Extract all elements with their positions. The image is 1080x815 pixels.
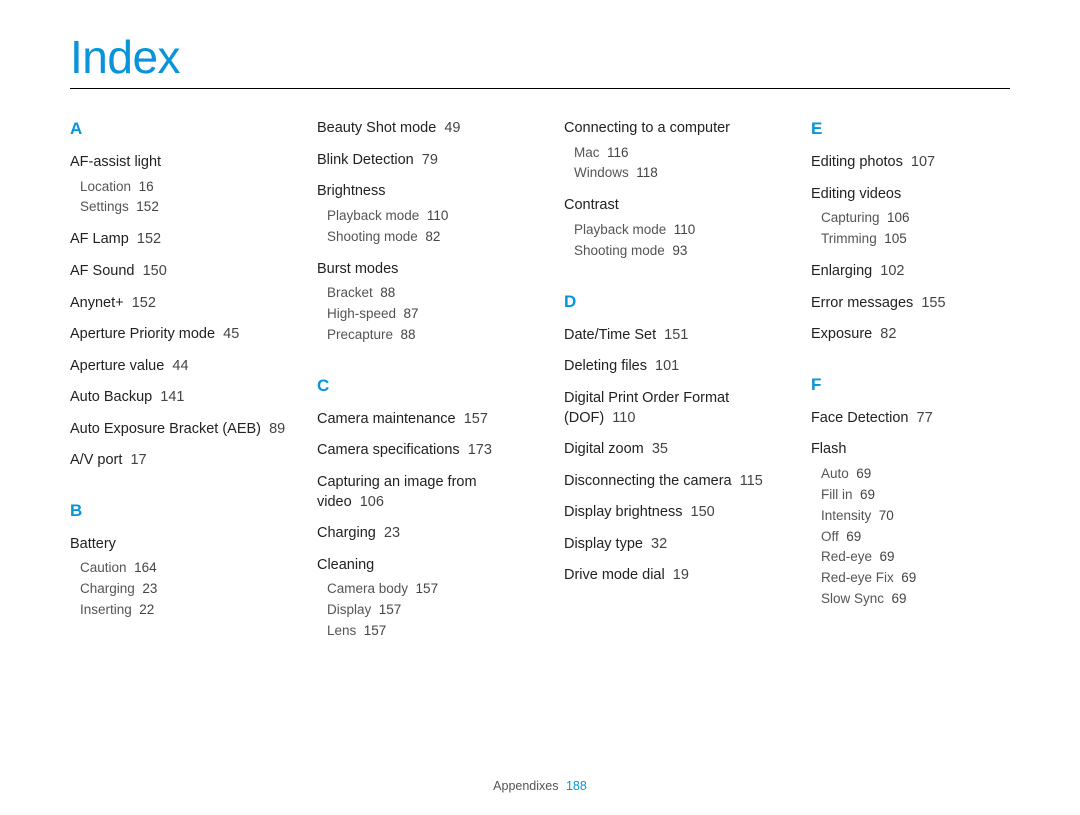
entry-brightness: Brightness Playback mode 110 Shooting mo… bbox=[317, 182, 536, 247]
entry: Anynet+ 152 bbox=[70, 294, 289, 314]
entry-editing-videos: Editing videos Capturing 106 Trimming 10… bbox=[811, 185, 1010, 250]
column-2: Beauty Shot mode 49 Blink Detection 79 B… bbox=[317, 119, 536, 654]
footer-label: Appendixes bbox=[493, 779, 558, 793]
column-1: A AF-assist light Location 16 Settings 1… bbox=[70, 119, 289, 654]
subentry: Camera body 157 bbox=[327, 579, 536, 600]
subentry: Inserting 22 bbox=[80, 600, 289, 621]
entry-flash: Flash Auto 69 Fill in 69 Intensity 70 Of… bbox=[811, 440, 1010, 610]
subentry: Intensity 70 bbox=[821, 506, 1010, 527]
subentry: Off 69 bbox=[821, 527, 1010, 548]
entry: AF Sound 150 bbox=[70, 262, 289, 282]
column-4: E Editing photos 107 Editing videos Capt… bbox=[811, 119, 1010, 654]
entry: A/V port 17 bbox=[70, 451, 289, 471]
entry: Display brightness 150 bbox=[564, 503, 783, 523]
column-3: Connecting to a computer Mac 116 Windows… bbox=[564, 119, 783, 654]
page-title: Index bbox=[70, 30, 1010, 84]
subentry: Red-eye Fix 69 bbox=[821, 568, 1010, 589]
entry-connecting-computer: Connecting to a computer Mac 116 Windows… bbox=[564, 119, 783, 184]
subentry: Trimming 105 bbox=[821, 229, 1010, 250]
entry: Error messages 155 bbox=[811, 294, 1010, 314]
entry: Editing photos 107 bbox=[811, 153, 1010, 173]
section-letter-B: B bbox=[70, 501, 289, 521]
section-letter-D: D bbox=[564, 292, 783, 312]
entry: Drive mode dial 19 bbox=[564, 566, 783, 586]
entry: Enlarging 102 bbox=[811, 262, 1010, 282]
section-letter-F: F bbox=[811, 375, 1010, 395]
entry: Face Detection 77 bbox=[811, 409, 1010, 429]
subentry: Windows 118 bbox=[574, 163, 783, 184]
entry: Digital Print Order Format (DOF) 110 bbox=[564, 389, 783, 428]
subentry: Display 157 bbox=[327, 600, 536, 621]
subentry: Settings 152 bbox=[80, 197, 289, 218]
entry-battery: Battery Caution 164 Charging 23 Insertin… bbox=[70, 535, 289, 621]
entry-cleaning: Cleaning Camera body 157 Display 157 Len… bbox=[317, 556, 536, 642]
entry: Camera specifications 173 bbox=[317, 441, 536, 461]
subentry: Mac 116 bbox=[574, 143, 783, 164]
entry: Camera maintenance 157 bbox=[317, 410, 536, 430]
entry: Blink Detection 79 bbox=[317, 151, 536, 171]
entry: Auto Exposure Bracket (AEB) 89 bbox=[70, 420, 289, 440]
subentry: Shooting mode 93 bbox=[574, 241, 783, 262]
entry: Exposure 82 bbox=[811, 325, 1010, 345]
section-letter-C: C bbox=[317, 376, 536, 396]
entry: Date/Time Set 151 bbox=[564, 326, 783, 346]
subentry: Playback mode 110 bbox=[574, 220, 783, 241]
subentry: Shooting mode 82 bbox=[327, 227, 536, 248]
section-letter-A: A bbox=[70, 119, 289, 139]
subentry: Caution 164 bbox=[80, 558, 289, 579]
subentry: Fill in 69 bbox=[821, 485, 1010, 506]
footer: Appendixes 188 bbox=[0, 779, 1080, 793]
entry: Disconnecting the camera 115 bbox=[564, 472, 783, 492]
page: Index A AF-assist light Location 16 Sett… bbox=[0, 0, 1080, 815]
entry: AF Lamp 152 bbox=[70, 230, 289, 250]
entry: Beauty Shot mode 49 bbox=[317, 119, 536, 139]
subentry: Bracket 88 bbox=[327, 283, 536, 304]
entry: Charging 23 bbox=[317, 524, 536, 544]
subentry: Lens 157 bbox=[327, 621, 536, 642]
subentry: Playback mode 110 bbox=[327, 206, 536, 227]
entry: Aperture value 44 bbox=[70, 357, 289, 377]
footer-page-number: 188 bbox=[566, 779, 587, 793]
subentry: Red-eye 69 bbox=[821, 547, 1010, 568]
entry-contrast: Contrast Playback mode 110 Shooting mode… bbox=[564, 196, 783, 261]
subentry: Location 16 bbox=[80, 177, 289, 198]
title-rule bbox=[70, 88, 1010, 89]
entry: Capturing an image from video 106 bbox=[317, 473, 536, 512]
index-columns: A AF-assist light Location 16 Settings 1… bbox=[70, 119, 1010, 654]
entry-label: AF-assist light bbox=[70, 154, 161, 170]
entry: Deleting files 101 bbox=[564, 357, 783, 377]
subentry: High-speed 87 bbox=[327, 304, 536, 325]
entry: Auto Backup 141 bbox=[70, 388, 289, 408]
subentry: Capturing 106 bbox=[821, 208, 1010, 229]
entry-af-assist-light: AF-assist light Location 16 Settings 152 bbox=[70, 153, 289, 218]
entry-burst-modes: Burst modes Bracket 88 High-speed 87 Pre… bbox=[317, 260, 536, 346]
subentry: Precapture 88 bbox=[327, 325, 536, 346]
subentry: Slow Sync 69 bbox=[821, 589, 1010, 610]
subentry: Auto 69 bbox=[821, 464, 1010, 485]
entry: Digital zoom 35 bbox=[564, 440, 783, 460]
entry: Aperture Priority mode 45 bbox=[70, 325, 289, 345]
section-letter-E: E bbox=[811, 119, 1010, 139]
subentry: Charging 23 bbox=[80, 579, 289, 600]
entry: Display type 32 bbox=[564, 535, 783, 555]
